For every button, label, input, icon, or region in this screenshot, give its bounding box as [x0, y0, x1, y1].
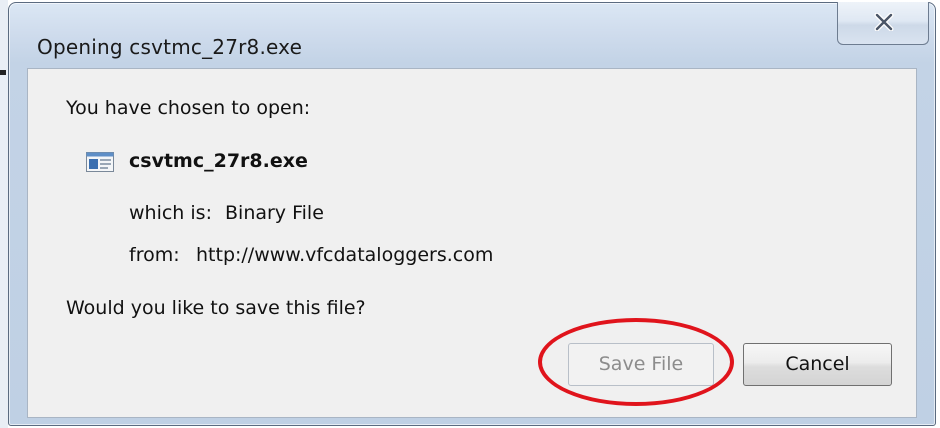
intro-text: You have chosen to open: [66, 97, 311, 119]
cancel-button[interactable]: Cancel [743, 343, 892, 386]
file-source-label: from: [129, 244, 180, 266]
dialog-title: Opening csvtmc_27r8.exe [37, 35, 303, 59]
save-question: Would you like to save this file? [66, 297, 366, 319]
background-window-edge [0, 0, 8, 428]
file-type-value: Binary File [225, 202, 324, 224]
background-fragment [0, 70, 6, 75]
dialog-body: You have chosen to open: csvtmc_27r8.exe… [27, 68, 917, 418]
file-type-label: which is: [129, 202, 212, 224]
executable-file-icon [86, 152, 114, 172]
open-file-dialog: Opening csvtmc_27r8.exe You have chosen … [8, 2, 936, 426]
screen: Opening csvtmc_27r8.exe You have chosen … [0, 0, 940, 428]
file-source-value: http://www.vfcdataloggers.com [196, 244, 494, 266]
close-button[interactable] [837, 2, 929, 45]
file-name: csvtmc_27r8.exe [129, 150, 308, 172]
close-icon [874, 13, 894, 31]
save-file-button[interactable]: Save File [568, 343, 714, 386]
